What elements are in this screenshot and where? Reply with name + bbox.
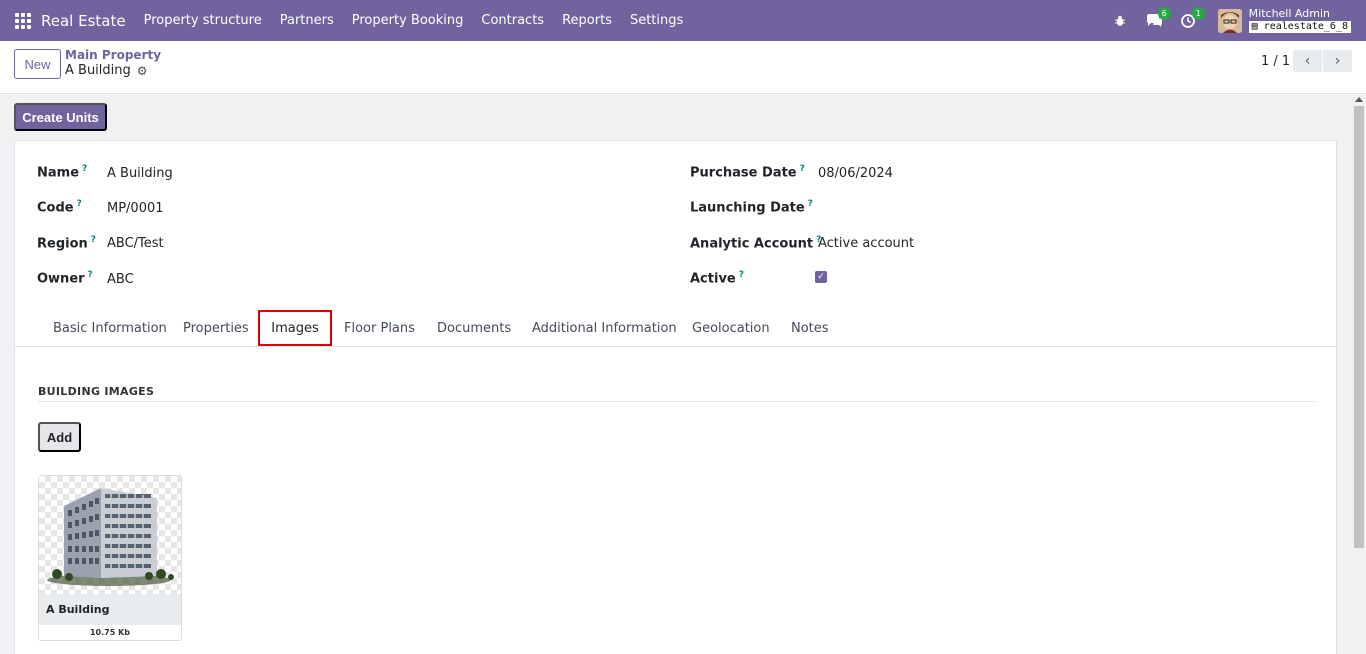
tab-additional-information[interactable]: Additional Information: [532, 321, 677, 336]
chevron-right-icon: ›: [1334, 53, 1341, 69]
menu-reports[interactable]: Reports: [562, 13, 612, 28]
top-navbar: Real Estate Property structure Partners …: [0, 0, 1366, 41]
active-checkbox[interactable]: ✓: [815, 271, 827, 283]
database-icon: ▤: [1251, 21, 1264, 32]
breadcrumb[interactable]: Main Property: [65, 48, 161, 62]
active-label: Active?: [690, 270, 744, 287]
form-sheet: Name? A Building Code? MP/0001 Region? A…: [14, 140, 1337, 654]
building-image: [39, 476, 181, 594]
tab-basic-information[interactable]: Basic Information: [53, 321, 167, 336]
add-image-button[interactable]: Add: [38, 422, 81, 452]
pager-value[interactable]: 1 / 1: [1261, 54, 1290, 69]
analytic-account-field[interactable]: Active account: [818, 236, 914, 251]
code-label: Code?: [37, 199, 82, 216]
tab-properties[interactable]: Properties: [183, 321, 249, 336]
clock-icon[interactable]: 1: [1178, 6, 1205, 31]
check-icon: ✓: [817, 272, 825, 282]
notebook-tabs: Basic Information Properties Images Floo…: [15, 310, 1336, 347]
menu-property-structure[interactable]: Property structure: [144, 13, 262, 28]
analytic-account-label: Analytic Account?: [690, 235, 822, 252]
name-field[interactable]: A Building: [107, 166, 173, 181]
chevron-left-icon: ‹: [1304, 53, 1311, 69]
database-name: ▤ realestate_6_8: [1248, 21, 1351, 33]
tab-geolocation[interactable]: Geolocation: [692, 321, 770, 336]
image-caption: A Building: [39, 594, 181, 625]
navbar-systray: 6 1 Mitchell Admin ▤ realestate_6_8: [1096, 0, 1351, 41]
gear-icon[interactable]: ⚙: [137, 64, 148, 78]
purchase-date-field[interactable]: 08/06/2024: [818, 166, 893, 181]
tab-images[interactable]: Images: [258, 310, 332, 346]
owner-label: Owner?: [37, 270, 93, 287]
image-size: 10.75 Kb: [89, 628, 130, 637]
purchase-date-label: Purchase Date?: [690, 164, 805, 181]
chat-icon[interactable]: 6: [1144, 6, 1171, 31]
pager-next-button[interactable]: ›: [1323, 50, 1352, 72]
record-title: A Building ⚙: [65, 63, 148, 78]
control-panel: New Main Property A Building ⚙ 1 / 1 ‹ ›: [0, 41, 1366, 94]
region-field[interactable]: ABC/Test: [107, 236, 164, 251]
activities-badge: 1: [1191, 6, 1205, 20]
avatar[interactable]: [1217, 8, 1242, 33]
user-menu[interactable]: Mitchell Admin ▤ realestate_6_8: [1248, 7, 1351, 33]
tab-documents[interactable]: Documents: [437, 321, 511, 336]
building-images-title: BUILDING IMAGES: [38, 385, 155, 398]
launching-date-field[interactable]: [818, 201, 1018, 217]
tab-notes[interactable]: Notes: [791, 321, 829, 336]
tab-floor-plans[interactable]: Floor Plans: [344, 321, 415, 336]
image-name: A Building: [46, 603, 110, 616]
page-scrollbar[interactable]: [1352, 94, 1366, 654]
scroll-up-arrow-icon[interactable]: [1355, 97, 1363, 102]
section-divider: [38, 401, 1315, 402]
menu-settings[interactable]: Settings: [630, 13, 683, 28]
create-units-button[interactable]: Create Units: [14, 103, 107, 131]
owner-field[interactable]: ABC: [107, 272, 134, 287]
user-name: Mitchell Admin: [1248, 7, 1330, 20]
pager-previous-button[interactable]: ‹: [1293, 50, 1322, 72]
code-field[interactable]: MP/0001: [107, 201, 164, 216]
region-label: Region?: [37, 235, 97, 252]
app-brand[interactable]: Real Estate: [41, 12, 126, 30]
name-label: Name?: [37, 164, 88, 181]
menu-partners[interactable]: Partners: [280, 13, 334, 28]
scroll-thumb[interactable]: [1354, 106, 1364, 548]
menu-property-booking[interactable]: Property Booking: [352, 13, 464, 28]
menu-contracts[interactable]: Contracts: [481, 13, 544, 28]
apps-grid-icon[interactable]: [15, 12, 31, 29]
new-button[interactable]: New: [14, 49, 61, 79]
image-card[interactable]: A Building 10.75 Kb: [38, 475, 182, 641]
launching-date-label: Launching Date?: [690, 199, 813, 216]
bug-icon[interactable]: [1110, 11, 1130, 31]
messages-badge: 6: [1157, 6, 1171, 20]
